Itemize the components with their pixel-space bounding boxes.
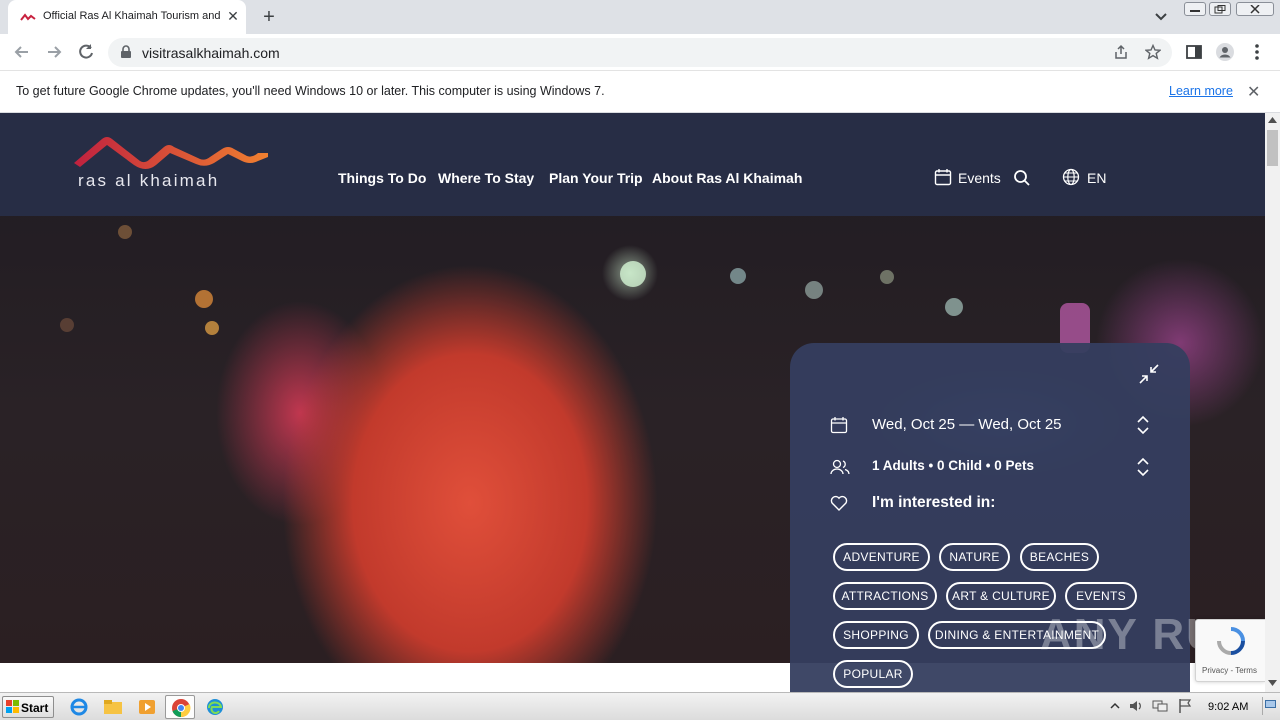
bokeh-light bbox=[945, 298, 963, 316]
internet-explorer-icon[interactable] bbox=[68, 697, 90, 717]
tab-strip: Official Ras Al Khaimah Tourism and V ✕ … bbox=[0, 0, 1280, 34]
profile-avatar-icon[interactable] bbox=[1215, 42, 1235, 62]
action-center-flag-icon[interactable] bbox=[1178, 698, 1192, 714]
minimize-button[interactable] bbox=[1184, 2, 1206, 16]
infobar-message: To get future Google Chrome updates, you… bbox=[16, 84, 605, 98]
share-icon[interactable] bbox=[1113, 44, 1129, 60]
bokeh-light bbox=[195, 290, 213, 308]
lock-icon[interactable] bbox=[120, 45, 132, 59]
restore-button[interactable] bbox=[1209, 2, 1231, 16]
updown-chevron-icon[interactable] bbox=[1136, 414, 1150, 436]
show-desktop-button[interactable] bbox=[1262, 697, 1276, 715]
learn-more-link[interactable]: Learn more bbox=[1169, 84, 1233, 98]
bokeh-light bbox=[730, 268, 746, 284]
file-explorer-icon[interactable] bbox=[102, 697, 124, 717]
scrollbar-thumb[interactable] bbox=[1267, 130, 1278, 166]
heart-icon bbox=[830, 495, 848, 511]
infobar-close-icon[interactable]: ✕ bbox=[1247, 82, 1260, 102]
back-arrow-icon[interactable] bbox=[12, 42, 32, 62]
windows-logo-icon bbox=[6, 700, 19, 713]
update-infobar: To get future Google Chrome updates, you… bbox=[0, 71, 1280, 113]
calendar-icon bbox=[830, 417, 848, 434]
web-page: ras al khaimah Things To Do Where To Sta… bbox=[0, 113, 1265, 692]
bokeh-light bbox=[880, 270, 894, 284]
start-label: Start bbox=[21, 701, 49, 715]
browser-toolbar: visitrasalkhaimah.com bbox=[0, 34, 1280, 71]
close-window-icon bbox=[1250, 5, 1260, 14]
address-bar[interactable]: visitrasalkhaimah.com bbox=[108, 38, 1172, 67]
updown-chevron-icon[interactable] bbox=[1136, 456, 1150, 478]
volume-icon[interactable] bbox=[1128, 699, 1144, 713]
collapse-icon[interactable] bbox=[1138, 363, 1160, 385]
menu-kebab-icon[interactable] bbox=[1247, 42, 1267, 62]
bokeh-light bbox=[805, 281, 823, 299]
interests-label: I'm interested in: bbox=[872, 494, 996, 511]
nav-plan-your-trip[interactable]: Plan Your Trip bbox=[549, 170, 643, 186]
new-tab-button[interactable]: + bbox=[258, 6, 280, 28]
language-selector[interactable]: EN bbox=[1062, 168, 1106, 191]
chip-nature[interactable]: NATURE bbox=[939, 543, 1010, 571]
scroll-down-arrow-icon[interactable] bbox=[1268, 680, 1277, 686]
forward-arrow-icon[interactable] bbox=[44, 42, 64, 62]
taskbar-clock[interactable]: 9:02 AM bbox=[1208, 701, 1248, 713]
chip-events[interactable]: EVENTS bbox=[1065, 582, 1137, 610]
site-header: ras al khaimah Things To Do Where To Sta… bbox=[0, 113, 1265, 216]
date-range-value: Wed, Oct 25 — Wed, Oct 25 bbox=[872, 416, 1062, 433]
chip-adventure[interactable]: ADVENTURE bbox=[833, 543, 930, 571]
events-link[interactable]: Events bbox=[934, 168, 1001, 191]
url-text: visitrasalkhaimah.com bbox=[142, 45, 280, 61]
people-icon bbox=[830, 459, 850, 475]
windows-taskbar: Start 9:02 AM bbox=[0, 692, 1280, 720]
recaptcha-terms[interactable]: Privacy - Terms bbox=[1202, 666, 1257, 675]
taskbar-chrome-button[interactable] bbox=[165, 695, 195, 719]
tab-search-chevron-icon[interactable] bbox=[1152, 9, 1170, 25]
calendar-icon bbox=[934, 169, 952, 186]
bokeh-light bbox=[60, 318, 74, 332]
bokeh-light bbox=[205, 321, 219, 335]
scroll-up-arrow-icon[interactable] bbox=[1268, 117, 1277, 123]
media-player-icon[interactable] bbox=[136, 697, 158, 717]
chip-art-culture[interactable]: ART & CULTURE bbox=[946, 582, 1056, 610]
browser-tab[interactable]: Official Ras Al Khaimah Tourism and V ✕ bbox=[8, 0, 246, 34]
minimize-icon bbox=[1190, 10, 1200, 12]
events-label: Events bbox=[958, 170, 1001, 186]
desktop-icon bbox=[1265, 700, 1276, 708]
bokeh-light bbox=[620, 261, 646, 287]
show-hidden-icons-icon[interactable] bbox=[1110, 701, 1120, 711]
edge-icon[interactable] bbox=[204, 697, 226, 717]
guests-value: 1 Adults • 0 Child • 0 Pets bbox=[872, 458, 1034, 473]
ras-al-khaimah-logo[interactable]: ras al khaimah bbox=[72, 131, 278, 195]
logo-text: ras al khaimah bbox=[78, 171, 220, 190]
chip-beaches[interactable]: BEACHES bbox=[1020, 543, 1099, 571]
side-panel-icon[interactable] bbox=[1184, 42, 1204, 62]
chip-popular[interactable]: POPULAR bbox=[833, 660, 913, 688]
bokeh-light bbox=[118, 225, 132, 239]
tab-title: Official Ras Al Khaimah Tourism and V bbox=[43, 10, 221, 22]
start-button[interactable]: Start bbox=[2, 696, 54, 718]
recaptcha-icon bbox=[1217, 627, 1245, 655]
nav-where-to-stay[interactable]: Where To Stay bbox=[438, 170, 534, 186]
network-icon[interactable] bbox=[1152, 699, 1168, 713]
language-label: EN bbox=[1087, 170, 1107, 186]
reload-icon[interactable] bbox=[76, 42, 96, 62]
site-favicon-icon bbox=[20, 13, 36, 21]
bookmark-star-icon[interactable] bbox=[1145, 44, 1161, 60]
nav-things-to-do[interactable]: Things To Do bbox=[338, 170, 426, 186]
chip-attractions[interactable]: ATTRACTIONS bbox=[833, 582, 937, 610]
recaptcha-badge[interactable]: Privacy - Terms bbox=[1195, 619, 1265, 682]
search-icon[interactable] bbox=[1013, 169, 1031, 187]
logo-mountain-icon bbox=[74, 137, 268, 169]
chip-shopping[interactable]: SHOPPING bbox=[833, 621, 919, 649]
page-scrollbar[interactable] bbox=[1265, 113, 1280, 692]
restore-icon bbox=[1214, 5, 1226, 14]
close-window-button[interactable] bbox=[1236, 2, 1274, 16]
nav-about-ras-al-khaimah[interactable]: About Ras Al Khaimah bbox=[652, 170, 802, 186]
tab-close-icon[interactable]: ✕ bbox=[225, 8, 241, 24]
chrome-icon bbox=[172, 699, 191, 718]
globe-icon bbox=[1062, 168, 1080, 186]
